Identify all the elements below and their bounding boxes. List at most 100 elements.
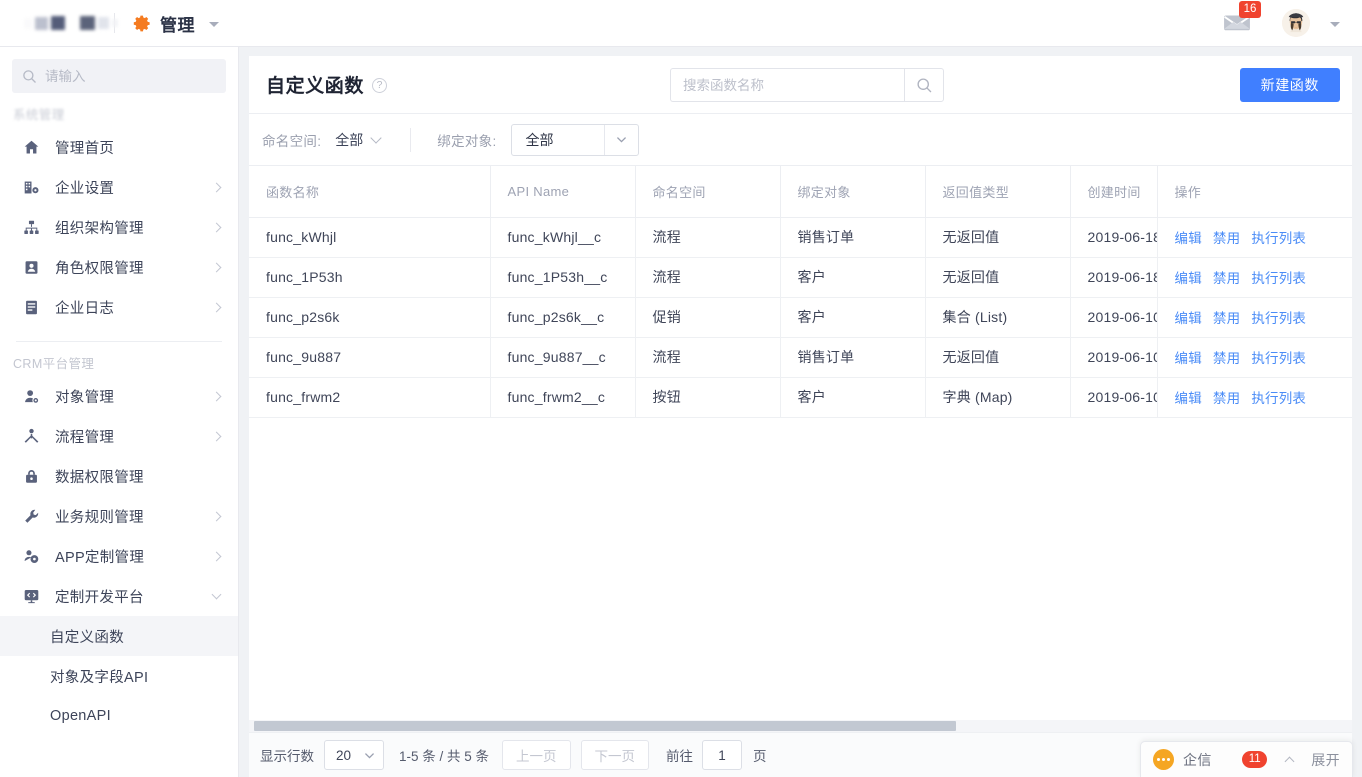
sidebar-item-组织架构管理[interactable]: 组织架构管理	[0, 207, 238, 247]
chevron-right-icon	[211, 182, 222, 192]
filter-divider	[410, 127, 412, 152]
cell-namespace: 流程	[635, 337, 781, 378]
new-function-button[interactable]: 新建函数	[1239, 68, 1340, 102]
cell-api-name: func_kWhjl__c	[490, 217, 636, 258]
sidebar-item-定制开发平台[interactable]: 定制开发平台	[0, 576, 238, 616]
cell-namespace: 促销	[635, 297, 781, 338]
cell-bind-object: 销售订单	[780, 337, 926, 378]
sidebar-item-label: 企业日志	[55, 300, 115, 317]
cell-return-type: 无返回值	[925, 257, 1071, 298]
horizontal-scrollbar[interactable]	[249, 720, 1352, 732]
column-header-bind-object[interactable]: 绑定对象	[780, 166, 926, 218]
building-settings-icon	[22, 178, 41, 197]
sidebar-subitem-自定义函数[interactable]: 自定义函数	[0, 616, 238, 656]
table-row[interactable]: func_frwm2 func_frwm2__c 按钮 客户 字典 (Map) …	[249, 377, 1352, 418]
sidebar-item-label: APP定制管理	[55, 549, 145, 566]
sidebar-item-label: 企业设置	[55, 180, 115, 197]
sidebar-item-数据权限管理[interactable]: 数据权限管理	[0, 456, 238, 496]
message-count-badge: 16	[1239, 1, 1261, 18]
edit-link[interactable]: 编辑	[1175, 267, 1202, 287]
page-number-input[interactable]	[702, 740, 743, 770]
question-mark-icon[interactable]: ?	[372, 78, 388, 93]
sidebar-section-title-crm: CRM平台管理	[13, 357, 95, 371]
admin-menu-entry[interactable]: 管理	[133, 11, 219, 36]
execution-list-link[interactable]: 执行列表	[1251, 387, 1306, 407]
execution-list-link[interactable]: 执行列表	[1251, 227, 1306, 247]
disable-link[interactable]: 禁用	[1213, 307, 1240, 327]
cell-created-time: 2019-06-18 2	[1070, 217, 1158, 258]
prev-page-button[interactable]: 上一页	[502, 740, 571, 770]
sidebar-item-业务规则管理[interactable]: 业务规则管理	[0, 496, 238, 536]
sidebar-item-角色权限管理[interactable]: 角色权限管理	[0, 247, 238, 287]
chevron-down-icon	[211, 589, 222, 600]
table-row[interactable]: func_p2s6k func_p2s6k__c 促销 客户 集合 (List)…	[249, 297, 1352, 338]
column-header-api-name[interactable]: API Name	[490, 166, 636, 218]
search-button[interactable]	[904, 68, 944, 102]
company-logo[interactable]	[0, 0, 118, 46]
top-header-bar: 管理 16	[0, 0, 1362, 47]
search-input[interactable]	[670, 68, 904, 102]
chevron-right-icon	[211, 511, 222, 521]
edit-link[interactable]: 编辑	[1175, 227, 1202, 247]
rows-per-page-label: 显示行数	[260, 749, 314, 764]
sidebar-item-企业设置[interactable]: 企业设置	[0, 167, 238, 207]
disable-link[interactable]: 禁用	[1213, 267, 1240, 287]
user-chevron-down-icon[interactable]	[1330, 21, 1340, 27]
sidebar-item-APP定制管理[interactable]: APP定制管理	[0, 536, 238, 576]
disable-link[interactable]: 禁用	[1213, 387, 1240, 407]
rows-per-page-select[interactable]: 20	[324, 740, 384, 770]
content-card: 自定义函数 ? 新建函数 命名空间: 全部	[249, 56, 1352, 777]
chat-unread-badge: 11	[1242, 751, 1268, 768]
column-header-function-name[interactable]: 函数名称	[249, 166, 491, 218]
sidebar-item-对象管理[interactable]: 对象管理	[0, 376, 238, 416]
record-count-text: 1-5 条 / 共 5 条	[399, 749, 490, 764]
sidebar-item-label: 角色权限管理	[55, 260, 144, 277]
chat-widget[interactable]: 企信 11 展开	[1140, 741, 1353, 777]
next-page-button[interactable]: 下一页	[580, 740, 650, 770]
execution-list-link[interactable]: 执行列表	[1251, 267, 1306, 287]
bind-object-filter-select[interactable]: 全部	[510, 123, 639, 156]
main-content-area: 自定义函数 ? 新建函数 命名空间: 全部	[239, 47, 1362, 777]
sidebar-subitem-对象及字段API[interactable]: 对象及字段API	[0, 656, 238, 696]
disable-link[interactable]: 禁用	[1213, 227, 1240, 247]
cell-bind-object: 客户	[780, 377, 926, 418]
sidebar-item-流程管理[interactable]: 流程管理	[0, 416, 238, 456]
sidebar-item-管理首页[interactable]: 管理首页	[0, 127, 238, 167]
edit-link[interactable]: 编辑	[1175, 347, 1202, 367]
edit-link[interactable]: 编辑	[1175, 387, 1202, 407]
namespace-filter-dropdown[interactable]: 全部	[335, 130, 382, 150]
chevron-down-icon	[370, 131, 382, 144]
chevron-down-icon[interactable]	[209, 21, 219, 27]
cell-bind-object: 客户	[780, 297, 926, 338]
cell-created-time: 2019-06-18 2	[1070, 257, 1158, 298]
wrench-icon	[22, 507, 41, 526]
execution-list-link[interactable]: 执行列表	[1251, 307, 1306, 327]
scrollbar-thumb[interactable]	[254, 721, 956, 731]
chat-expand-label[interactable]: 展开	[1311, 750, 1340, 770]
execution-list-link[interactable]: 执行列表	[1251, 347, 1306, 367]
sidebar-search[interactable]	[12, 59, 226, 93]
cell-return-type: 无返回值	[925, 337, 1071, 378]
messages-button[interactable]: 16	[1222, 1, 1261, 36]
column-header-created-time[interactable]: 创建时间	[1070, 166, 1158, 218]
logo-blurred-mark	[24, 16, 118, 30]
cell-function-name: func_kWhjl	[249, 217, 491, 258]
cell-created-time: 2019-06-10 1	[1070, 377, 1158, 418]
table-row[interactable]: func_kWhjl func_kWhjl__c 流程 销售订单 无返回值 20…	[249, 217, 1352, 258]
edit-link[interactable]: 编辑	[1175, 307, 1202, 327]
table-row[interactable]: func_1P53h func_1P53h__c 流程 客户 无返回值 2019…	[249, 257, 1352, 298]
user-menu[interactable]	[1282, 9, 1340, 37]
filter-bar: 命名空间: 全部 绑定对象: 全部	[249, 114, 1352, 166]
sidebar-search-input[interactable]	[45, 68, 216, 84]
sidebar-subitem-OpenAPI[interactable]: OpenAPI	[0, 696, 238, 736]
table-row[interactable]: func_9u887 func_9u887__c 流程 销售订单 无返回值 20…	[249, 337, 1352, 378]
disable-link[interactable]: 禁用	[1213, 347, 1240, 367]
column-header-return-type[interactable]: 返回值类型	[925, 166, 1071, 218]
sidebar-item-企业日志[interactable]: 企业日志	[0, 287, 238, 327]
sidebar-item-label: 组织架构管理	[55, 220, 144, 237]
cell-api-name: func_1P53h__c	[490, 257, 636, 298]
column-header-namespace[interactable]: 命名空间	[635, 166, 781, 218]
chevron-up-icon[interactable]	[1284, 756, 1295, 767]
chevron-down-icon	[603, 124, 638, 155]
home-icon	[22, 138, 41, 157]
